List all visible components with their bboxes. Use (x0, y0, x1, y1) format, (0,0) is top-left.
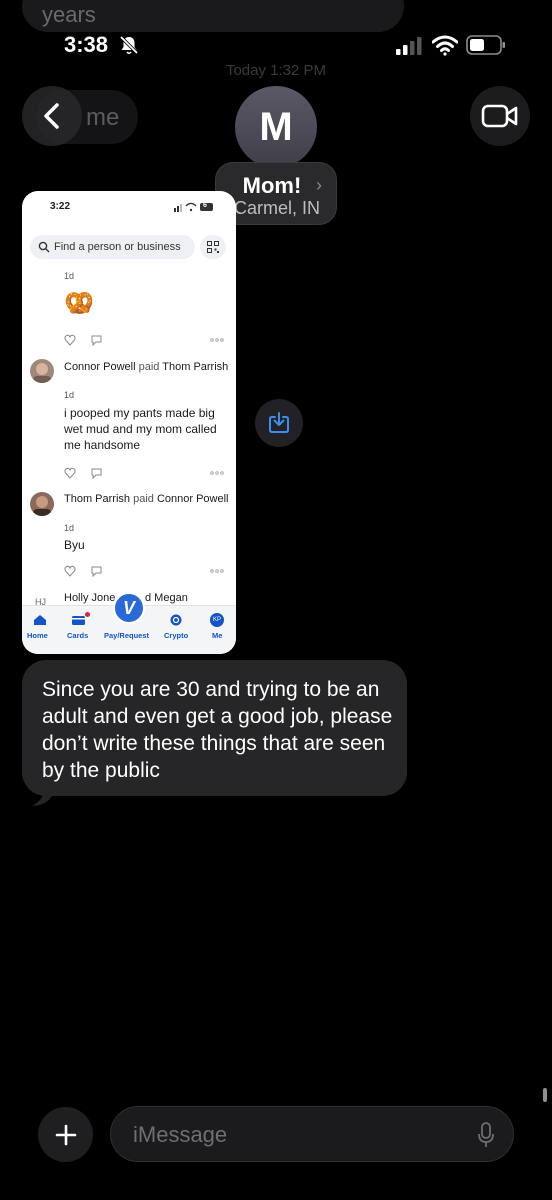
crypto-icon (170, 614, 182, 626)
bell-slash-icon (119, 35, 139, 55)
feed-item-title: Thom Parrish paid Connor Powell (64, 493, 229, 505)
qr-code-icon (200, 235, 226, 259)
contact-name: Mom! (242, 173, 302, 198)
nav-cards: Cards (67, 631, 89, 640)
chevron-left-icon (44, 103, 59, 129)
status-time: 3:38 (64, 32, 109, 57)
bubble-tail (32, 786, 54, 806)
payer-avatar (30, 492, 54, 516)
search-icon (38, 241, 50, 253)
feed-item-title: Connor Powell paid Thom Parrish (64, 361, 229, 373)
attachment-status-icons (174, 202, 213, 212)
feed-item-note: i pooped my pants made big wet mud and m… (64, 406, 217, 452)
feed-item-meta: 1d (64, 390, 75, 400)
cellular-signal-icon (396, 37, 422, 55)
attachment-search-field: Find a person or business (30, 235, 195, 259)
imessage-input[interactable]: iMessage (110, 1106, 514, 1162)
feed-item-title: Holly Jone (64, 592, 116, 604)
contact-avatar[interactable]: M (235, 86, 317, 168)
incoming-message-bubble[interactable]: Since you are 30 and trying to be an adu… (22, 660, 407, 796)
nav-me: Me (212, 631, 223, 640)
attachment-search-placeholder: Find a person or business (54, 241, 181, 253)
venmo-pay-button: V (113, 592, 145, 624)
chevron-right-icon: › (316, 175, 322, 195)
feed-item-note: Byu (64, 538, 85, 552)
back-button[interactable] (22, 86, 82, 146)
like-comment-icons (64, 565, 224, 577)
add-attachment-button[interactable] (38, 1107, 93, 1162)
imessage-placeholder: iMessage (133, 1122, 228, 1147)
feed-item-meta: 1d (64, 271, 75, 281)
save-share-button[interactable] (255, 399, 303, 447)
previous-bubble-text: me (86, 104, 120, 131)
like-comment-icons (64, 334, 224, 346)
previous-message-bubble: years (22, 0, 404, 32)
notification-dot (85, 612, 90, 617)
home-icon (34, 615, 46, 625)
feed-item-title-fragment: d Megan (145, 592, 188, 604)
nav-crypto: Crypto (164, 631, 189, 640)
attachment-battery-level: 6 (203, 202, 207, 209)
attachment-status-time: 3:22 (50, 201, 71, 212)
facetime-video-button[interactable] (470, 86, 530, 146)
share-download-icon (269, 412, 289, 433)
message-text: Since you are 30 and trying to be an adu… (42, 678, 393, 782)
video-camera-icon (481, 104, 518, 128)
message-timestamp: Today 1:32 PM (225, 62, 327, 79)
nav-home: Home (27, 631, 48, 640)
nav-pay-request: Pay/Request (104, 631, 150, 640)
screenshot-attachment[interactable]: 3:22 6 Find a person or business 1d 🥨 Co… (22, 191, 236, 654)
card-icon (72, 616, 85, 625)
like-comment-icons (64, 467, 224, 479)
feed-item-meta: 1d (64, 523, 75, 533)
payer-avatar (30, 359, 54, 383)
wifi-icon (432, 35, 458, 56)
scroll-indicator[interactable] (543, 1088, 547, 1102)
me-avatar: KP (210, 613, 224, 627)
pretzel-emoji: 🥨 (64, 290, 94, 317)
battery-icon (466, 35, 505, 55)
microphone-icon[interactable] (477, 1122, 495, 1148)
previous-message-text: years (42, 2, 96, 27)
plus-icon (55, 1124, 76, 1145)
